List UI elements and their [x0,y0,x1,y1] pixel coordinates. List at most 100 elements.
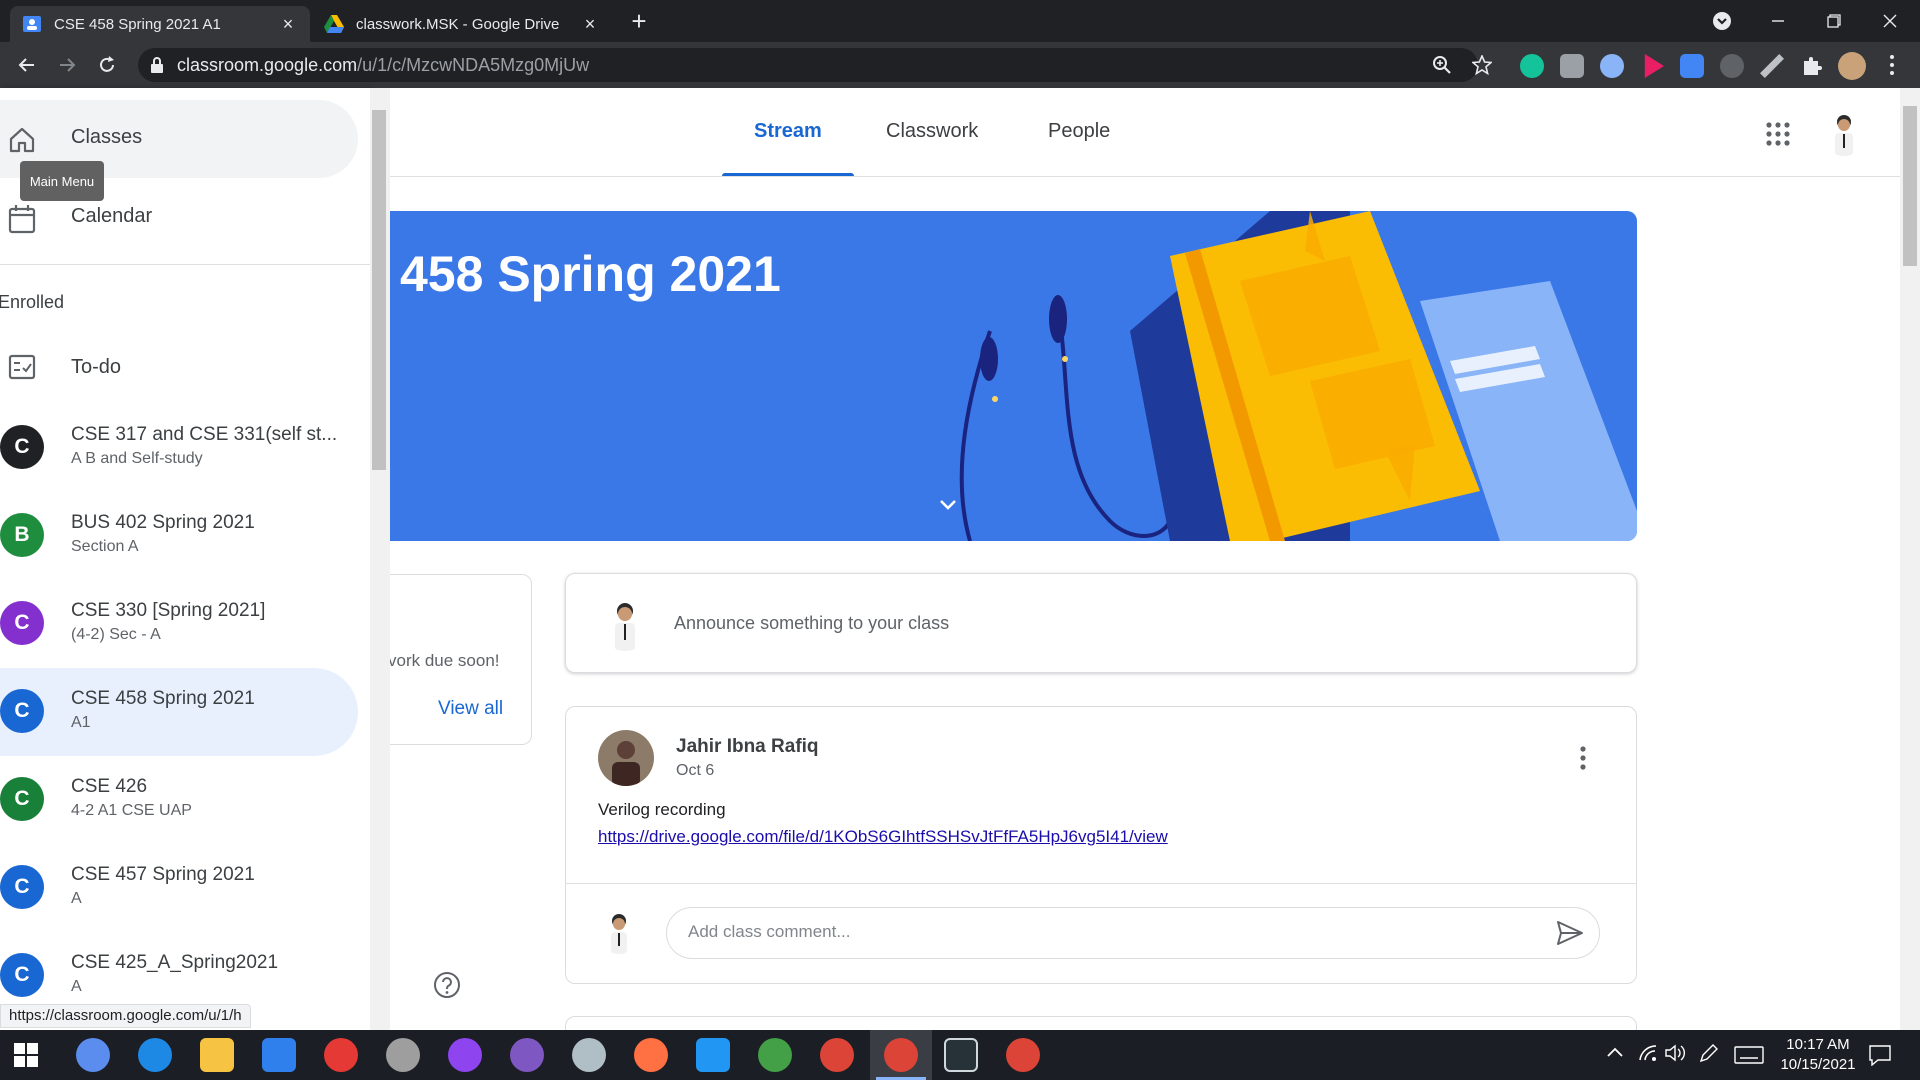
sidebar-course-item[interactable]: C CSE 458 Spring 2021 A1 [0,668,358,756]
course-letter-avatar: B [0,513,44,557]
terminal-icon[interactable] [944,1038,978,1072]
send-icon[interactable] [1556,920,1584,946]
wifi-icon[interactable] [1638,1044,1658,1062]
sidebar-item-classes-label: Classes [71,126,143,148]
course-name: CSE 317 and CSE 331(self st... [71,424,338,445]
sidebar-course-item[interactable]: C CSE 457 Spring 2021 A [0,844,358,932]
keyboard-icon[interactable] [1734,1046,1764,1064]
commenter-avatar [596,908,642,954]
clock-date: 10/15/2021 [1780,1056,1856,1073]
post-drive-link[interactable]: https://drive.google.com/file/d/1KObS6GI… [598,827,1168,847]
course-name: CSE 425_A_Spring2021 [71,952,279,973]
main-menu-tooltip: Main Menu [20,161,104,201]
chrome-profile-avatar[interactable] [1838,52,1866,80]
app-icon[interactable] [572,1038,606,1072]
sidebar-course-item[interactable]: C CSE 317 and CSE 331(self st... A B and S… [0,404,358,492]
grammarly-extension-icon[interactable] [1520,54,1544,78]
course-name: CSE 458 Spring 2021 [71,688,255,709]
windows-start-icon[interactable] [14,1043,38,1067]
google-apps-icon[interactable] [1766,122,1790,146]
help-icon[interactable] [433,971,461,999]
messenger-icon[interactable] [448,1038,482,1072]
camera-extension-icon[interactable] [1560,54,1584,78]
course-letter-avatar: C [0,689,44,733]
google-drive-icon [324,15,344,33]
mail-icon[interactable] [262,1038,296,1072]
opera-icon[interactable] [324,1038,358,1072]
sidebar-item-todo[interactable]: To-do [71,356,121,379]
chrome-icon[interactable] [820,1038,854,1072]
calendar-icon [8,204,36,234]
course-name: CSE 426 [71,776,148,797]
home-icon [8,126,36,154]
close-window-button[interactable] [1862,0,1918,42]
link-status-bubble: https://classroom.google.com/u/1/h [0,1004,251,1028]
account-avatar[interactable] [1820,108,1868,156]
tab-people[interactable]: People [1048,120,1110,143]
taskbar-clock[interactable]: 10:17 AM 10/15/2021 [1775,1035,1861,1075]
chrome-icon[interactable] [1006,1038,1040,1072]
tab-stream[interactable]: Stream [754,120,822,143]
pen-icon[interactable] [1698,1044,1718,1064]
sidebar-scrollbar-thumb[interactable] [372,110,386,470]
upcoming-text: vork due soon! [388,651,500,670]
edge-icon[interactable] [138,1038,172,1072]
app-icon[interactable] [386,1038,420,1072]
file-explorer-icon[interactable] [200,1038,234,1072]
minimize-button[interactable] [1750,0,1806,42]
more-options-icon[interactable] [1580,746,1586,770]
tab-classwork[interactable]: Classwork [886,120,978,143]
post-text: Verilog recording [598,800,726,819]
back-button[interactable] [12,50,42,80]
forward-button[interactable] [52,50,82,80]
browser-tab-classroom[interactable]: CSE 458 Spring 2021 A1 × [10,6,310,42]
course-section: A B and Self-study [71,450,203,467]
close-tab-icon[interactable]: × [580,14,600,35]
sidebar-course-item[interactable]: C CSE 426 4-2 A1 CSE UAP [0,756,358,844]
course-letter-avatar: C [0,601,44,645]
sidebar-course-item[interactable]: C CSE 330 [Spring 2021] (4-2) Sec - A [0,580,358,668]
lock-icon [150,57,164,73]
chevron-up-icon[interactable] [1606,1046,1624,1058]
new-tab-button[interactable]: + [624,6,654,36]
sidebar-course-item[interactable]: B BUS 402 Spring 2021 Section A [0,492,358,580]
url-host: classroom.google.com [177,55,358,75]
qbittorrent-icon[interactable] [76,1038,110,1072]
url-path: /u/1/c/MzcwNDA5Mzg0MjUw [357,55,590,75]
chevron-down-icon[interactable] [938,498,958,512]
enrolled-heading: Enrolled [0,292,65,312]
volume-icon[interactable] [1664,1044,1686,1062]
course-letter-avatar: C [0,865,44,909]
extension-icon[interactable] [1720,54,1744,78]
firefox-icon[interactable] [634,1038,668,1072]
extensions-puzzle-icon[interactable] [1800,54,1824,78]
main-scrollbar-thumb[interactable] [1903,106,1917,266]
view-all-link[interactable]: View all [438,698,503,720]
vscode-icon[interactable] [696,1038,730,1072]
sidebar-item-calendar[interactable]: Calendar [71,205,152,228]
app-icon[interactable] [758,1038,792,1072]
download-extension-icon[interactable] [1680,54,1704,78]
browser-tab-drive[interactable]: classwork.MSK - Google Drive × [312,6,612,42]
bookmark-star-icon[interactable] [1472,55,1492,75]
extension-icon[interactable] [1600,54,1624,78]
header-divider [390,176,1900,177]
github-desktop-icon[interactable] [510,1038,544,1072]
restore-button[interactable] [1806,0,1862,42]
announce-placeholder: Announce something to your class [674,613,950,633]
reload-button[interactable] [92,50,122,80]
comment-divider [566,883,1636,884]
url-text[interactable]: classroom.google.com/u/1/c/MzcwNDA5Mzg0M… [177,55,589,76]
course-name: CSE 457 Spring 2021 [71,864,255,885]
user-avatar [597,595,653,651]
notification-icon[interactable] [1868,1044,1892,1066]
chrome-menu-icon[interactable] [1888,54,1896,76]
browser-tab-title: classwork.MSK - Google Drive [356,15,560,33]
course-letter-avatar: C [0,777,44,821]
close-tab-icon[interactable]: × [278,14,298,35]
main-menu-drawer: Classes Calendar Main Menu Enrolled To-d… [0,88,372,1030]
chrome-icon[interactable] [884,1038,918,1072]
course-letter-avatar: C [0,953,44,997]
zoom-icon[interactable] [1432,55,1452,75]
tab-search-button[interactable] [1694,0,1750,42]
